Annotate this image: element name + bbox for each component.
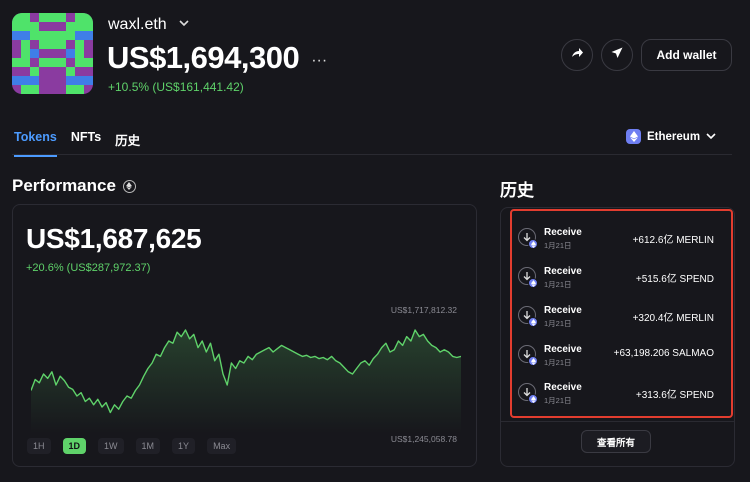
network-label: Ethereum (647, 130, 701, 143)
time-range-selector: 1H 1D 1W 1M 1Y Max (27, 438, 237, 454)
balance-change: +10.5% (US$161,441.42) (108, 80, 244, 94)
tab-bar: Tokens NFTs 历史 (14, 130, 140, 157)
performance-change: +20.6% (US$287,972.37) (26, 262, 151, 274)
network-selector[interactable]: Ethereum (626, 129, 716, 144)
share-button[interactable] (561, 39, 593, 71)
wallet-selector[interactable]: waxl.eth (108, 16, 189, 34)
ethereum-icon (626, 129, 641, 144)
wallet-name: waxl.eth (108, 16, 167, 33)
range-1h[interactable]: 1H (27, 438, 51, 454)
history-item-type: Receive (544, 382, 582, 393)
history-item[interactable]: Receive 1月21日 +313.6亿 SPEND (518, 380, 718, 410)
tab-tokens[interactable]: Tokens (14, 130, 57, 157)
ethereum-icon (528, 394, 538, 404)
history-divider (501, 421, 734, 422)
avatar[interactable] (12, 13, 93, 94)
more-options-icon[interactable]: ··· (311, 52, 327, 76)
ethereum-icon (528, 356, 538, 366)
add-wallet-button[interactable]: Add wallet (641, 39, 732, 71)
range-1w[interactable]: 1W (98, 438, 124, 454)
history-item-type: Receive (544, 266, 582, 277)
ethereum-info-icon[interactable] (122, 179, 136, 193)
chevron-down-icon[interactable] (179, 18, 189, 30)
performance-title: Performance (12, 176, 116, 195)
history-item-date: 1月21日 (544, 396, 572, 405)
total-balance: US$1,694,300 (107, 40, 300, 75)
range-1d[interactable]: 1D (62, 438, 87, 454)
history-item-amount: +320.4亿 MERLIN (632, 313, 714, 324)
history-item[interactable]: Receive 1月21日 +515.6亿 SPEND (518, 264, 718, 294)
performance-chart[interactable] (31, 315, 461, 433)
range-1y[interactable]: 1Y (172, 438, 196, 454)
share-icon (570, 46, 584, 65)
history-item-date: 1月21日 (544, 280, 572, 289)
history-item-date: 1月21日 (544, 241, 572, 250)
send-button[interactable] (601, 39, 633, 71)
history-item-amount: +63,198.206 SALMAO (613, 348, 714, 359)
chevron-down-icon (706, 131, 716, 143)
history-item[interactable]: Receive 1月21日 +612.6亿 MERLIN (518, 225, 718, 255)
history-item[interactable]: Receive 1月21日 +320.4亿 MERLIN (518, 303, 718, 333)
ethereum-icon (528, 278, 538, 288)
history-item[interactable]: Receive 1月21日 +63,198.206 SALMAO (518, 342, 718, 372)
history-item-amount: +612.6亿 MERLIN (632, 235, 714, 246)
send-icon (610, 46, 624, 65)
history-item-date: 1月21日 (544, 358, 572, 367)
chart-min-label: US$1,245,058.78 (390, 434, 457, 444)
tab-history[interactable]: 历史 (115, 130, 140, 157)
history-item-date: 1月21日 (544, 319, 572, 328)
range-1m[interactable]: 1M (135, 438, 161, 454)
ethereum-icon (528, 317, 538, 327)
view-all-button[interactable]: 查看所有 (581, 430, 651, 453)
history-item-amount: +313.6亿 SPEND (635, 390, 714, 401)
performance-card: US$1,687,625 +20.6% (US$287,972.37) US$1… (12, 204, 477, 467)
history-item-amount: +515.6亿 SPEND (635, 274, 714, 285)
history-item-type: Receive (544, 227, 582, 238)
ethereum-icon (528, 239, 538, 249)
history-item-type: Receive (544, 305, 582, 316)
chart-max-label: US$1,717,812.32 (390, 305, 457, 315)
tab-nfts[interactable]: NFTs (71, 130, 101, 157)
history-title: 历史 (500, 181, 534, 200)
range-max[interactable]: Max (207, 438, 237, 454)
history-item-type: Receive (544, 344, 582, 355)
tabs-divider (12, 154, 732, 155)
performance-value: US$1,687,625 (26, 223, 202, 254)
